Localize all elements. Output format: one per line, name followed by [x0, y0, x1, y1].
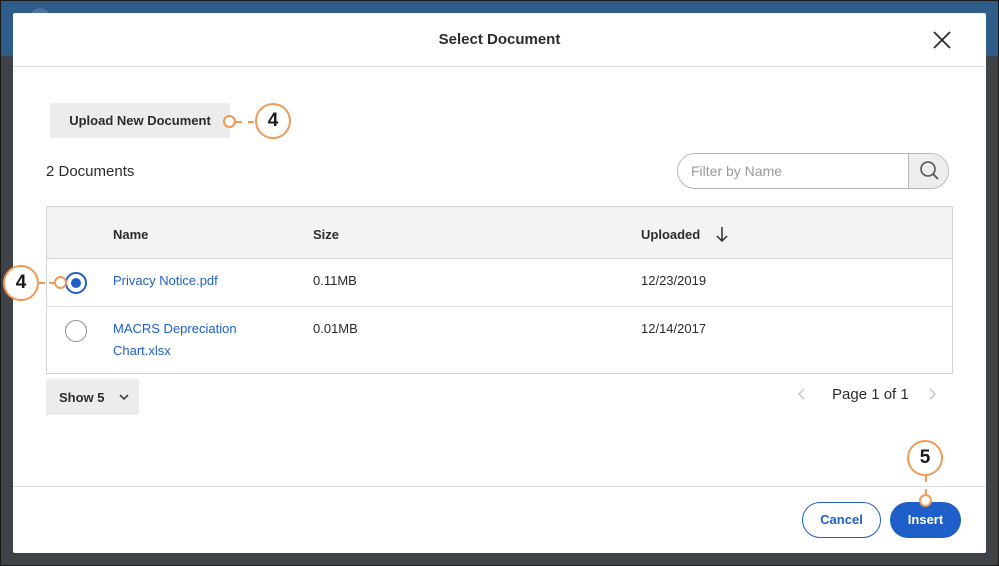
document-count: 2 Documents: [46, 163, 135, 180]
table-header: Name Size Uploaded: [47, 207, 952, 259]
page-indicator: Page 1 of 1: [832, 386, 909, 403]
show-per-page-dropdown[interactable]: Show 5: [46, 379, 139, 415]
callout-leader-insert: [925, 476, 927, 495]
show-per-page-label: Show 5: [59, 390, 105, 405]
callout-leader-radio: [39, 282, 55, 284]
column-header-uploaded[interactable]: Uploaded: [641, 227, 700, 242]
search-button[interactable]: [908, 154, 948, 188]
row-select-radio[interactable]: [65, 320, 87, 342]
callout-badge-radio: 4: [3, 265, 39, 301]
document-size: 0.11MB: [313, 273, 357, 288]
chevron-right-icon[interactable]: [926, 387, 938, 401]
chevron-left-icon[interactable]: [796, 387, 808, 401]
row-select-radio[interactable]: [65, 272, 87, 294]
callout-anchor-radio: [54, 276, 67, 289]
upload-new-document-button[interactable]: Upload New Document: [50, 103, 230, 138]
documents-table: Name Size Uploaded Privacy Notice.pdf 0.…: [46, 206, 953, 374]
document-name-link[interactable]: MACRS Depreciation: [113, 321, 237, 336]
search-icon: [920, 161, 939, 180]
filter-by-name-input[interactable]: [678, 154, 908, 188]
table-row[interactable]: Privacy Notice.pdf 0.11MB 12/23/2019: [47, 259, 952, 307]
close-icon: [933, 31, 951, 49]
document-size: 0.01MB: [313, 321, 358, 336]
callout-badge-upload: 4: [255, 103, 291, 139]
callout-anchor-upload: [223, 115, 236, 128]
document-name-link-line2[interactable]: Chart.xlsx: [113, 343, 171, 358]
dialog-header: Select Document: [13, 13, 986, 67]
insert-button[interactable]: Insert: [890, 502, 961, 538]
document-uploaded-date: 12/23/2019: [641, 273, 707, 288]
document-name-link[interactable]: Privacy Notice.pdf: [113, 273, 218, 288]
close-button[interactable]: [929, 27, 955, 53]
column-header-name[interactable]: Name: [113, 227, 148, 242]
document-uploaded-date: 12/14/2017: [641, 321, 707, 336]
callout-leader-upload: [236, 121, 254, 123]
cancel-button[interactable]: Cancel: [802, 502, 881, 538]
select-document-dialog: Select Document Upload New Document 2 Do…: [13, 13, 986, 553]
table-row[interactable]: MACRS Depreciation Chart.xlsx 0.01MB 12/…: [47, 307, 952, 373]
dialog-title: Select Document: [438, 31, 561, 48]
chevron-down-icon: [119, 394, 129, 401]
footer-divider: [13, 486, 986, 487]
column-header-size[interactable]: Size: [313, 227, 339, 242]
filter-search: [677, 153, 949, 189]
callout-anchor-insert: [919, 494, 932, 507]
sort-descending-icon[interactable]: [715, 226, 729, 243]
callout-badge-insert: 5: [907, 440, 943, 476]
